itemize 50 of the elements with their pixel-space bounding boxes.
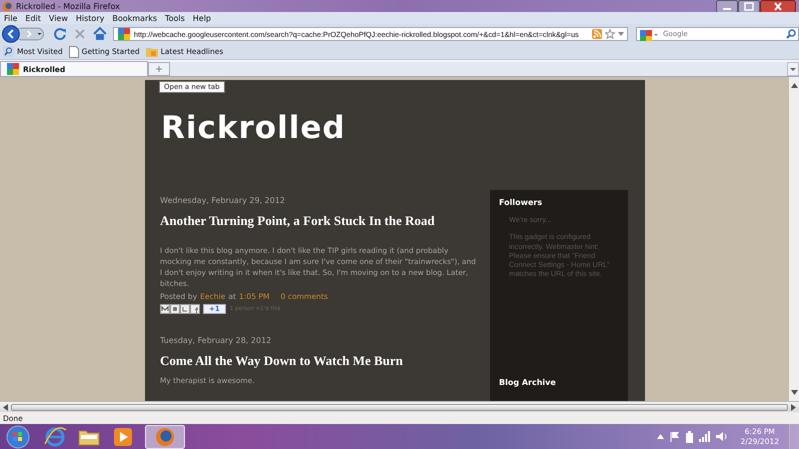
- blog-icon[interactable]: [170, 304, 180, 314]
- signal-bars-icon[interactable]: [698, 431, 711, 442]
- magnifier-icon: [3, 46, 14, 57]
- feed-icon[interactable]: [592, 29, 602, 39]
- email-icon[interactable]: [160, 304, 170, 314]
- speaker-icon[interactable]: [716, 431, 728, 442]
- blog-title[interactable]: Rickrolled: [161, 108, 346, 148]
- scroll-up-icon[interactable]: [790, 83, 798, 88]
- menu-item[interactable]: Edit: [25, 14, 41, 22]
- flag-icon[interactable]: [668, 431, 680, 442]
- scroll-down-icon[interactable]: [790, 390, 798, 395]
- post-title[interactable]: Another Turning Point, a Fork Stuck In the Road: [160, 213, 435, 229]
- browser-logo-icon: [2, 0, 13, 12]
- e-logo-icon[interactable]: [43, 426, 67, 448]
- new-tab-button-icon[interactable]: [148, 62, 170, 76]
- search-engine-icon[interactable]: [639, 29, 659, 41]
- menu-item[interactable]: History: [76, 14, 104, 22]
- folder-feed-icon: [146, 46, 158, 57]
- battery-icon[interactable]: [684, 430, 694, 442]
- play-icon[interactable]: [111, 426, 135, 448]
- scroll-right-icon[interactable]: [791, 404, 796, 410]
- widget-title: Followers: [499, 198, 544, 207]
- search-icon[interactable]: [786, 29, 796, 39]
- vertical-scrollbar[interactable]: [789, 77, 799, 401]
- f-logo-icon[interactable]: [190, 304, 200, 314]
- menu-item[interactable]: View: [48, 14, 68, 22]
- post-title[interactable]: Come All the Way Down to Watch Me Burn: [160, 353, 403, 369]
- page-icon: [68, 46, 79, 58]
- close-icon[interactable]: [760, 0, 796, 13]
- site-icon: [116, 28, 131, 40]
- dropdown-arrow-icon[interactable]: [618, 32, 624, 36]
- menu-item[interactable]: File: [4, 14, 18, 22]
- star-icon[interactable]: [605, 29, 615, 39]
- reload-icon[interactable]: [53, 27, 68, 41]
- window-title: Rickrolled - Mozilla Firefox: [16, 2, 120, 10]
- menu-item[interactable]: Tools: [165, 14, 185, 22]
- menu-item[interactable]: Bookmarks: [112, 14, 158, 22]
- site-icon: [6, 62, 20, 76]
- restore-icon[interactable]: [738, 0, 760, 13]
- menu-item[interactable]: Help: [192, 14, 212, 22]
- post-date: Wednesday, February 29, 2012: [160, 195, 286, 205]
- home-icon[interactable]: [93, 27, 107, 41]
- browser-logo-icon[interactable]: [145, 424, 185, 448]
- minimize-icon[interactable]: [716, 0, 738, 13]
- tab-list-icon[interactable]: [787, 62, 799, 76]
- post-date: Tuesday, February 28, 2012: [160, 335, 272, 345]
- expand-arrow-icon[interactable]: [656, 434, 664, 439]
- horizontal-scrollbar[interactable]: [0, 401, 799, 412]
- widget-title: Blog Archive: [499, 378, 557, 387]
- scroll-left-icon[interactable]: [3, 404, 8, 410]
